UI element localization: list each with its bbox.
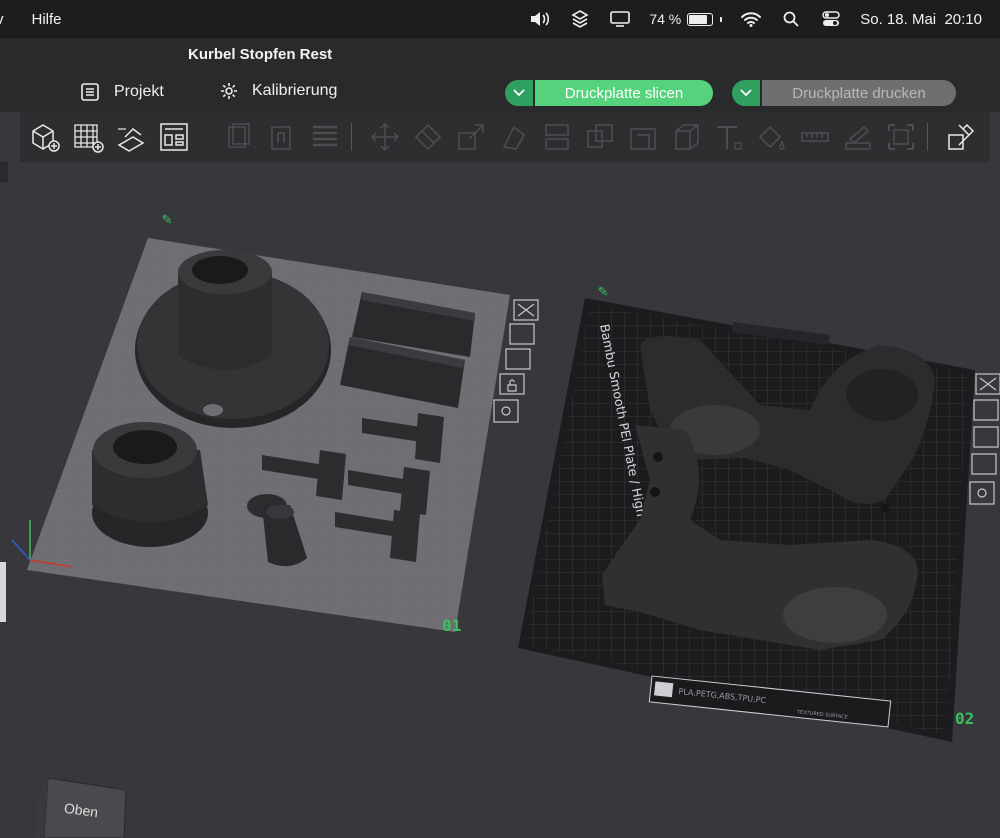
- menu-item-hilfe[interactable]: Hilfe: [32, 11, 62, 28]
- fit-icon: [883, 119, 919, 155]
- plate-01-edit-icon[interactable]: ✎: [162, 209, 172, 228]
- 3d-viewport[interactable]: ✎ 01 ✎ 02 Bambu Smooth PEI Plate / High …: [0, 162, 1000, 838]
- text-icon: [711, 119, 747, 155]
- list-icon: [81, 83, 99, 101]
- plug-part[interactable]: [92, 422, 208, 547]
- menu-bar: v Hilfe 74 % So. 18. Mai 20:10: [0, 0, 1000, 38]
- menu-item-clipped[interactable]: v: [0, 11, 4, 28]
- search-icon[interactable]: [780, 8, 802, 30]
- tab-projekt-label: Projekt: [114, 83, 164, 100]
- control-center-icon[interactable]: [820, 8, 842, 30]
- toolbar-divider: [351, 123, 352, 151]
- project-title: Kurbel Stopfen Rest: [188, 46, 333, 63]
- boolean-icon: [625, 119, 661, 155]
- status-tray: 74 % So. 18. Mai 20:10: [529, 0, 982, 38]
- plate-02-number: 02: [955, 709, 974, 728]
- layers-icon[interactable]: [569, 8, 591, 30]
- clock[interactable]: So. 18. Mai 20:10: [860, 11, 982, 28]
- gear-icon: [221, 83, 237, 99]
- layout-icon[interactable]: [505, 348, 531, 370]
- move-icon: [367, 119, 403, 155]
- color-paint-icon: [754, 119, 790, 155]
- tab-projekt[interactable]: Projekt: [80, 82, 164, 102]
- wifi-icon[interactable]: [740, 8, 762, 30]
- app-menu: v Hilfe: [0, 0, 62, 38]
- copy-icon: [221, 119, 257, 155]
- display-icon[interactable]: [609, 8, 631, 30]
- toolbar: [20, 112, 990, 162]
- app-header: Kurbel Stopfen Rest Projekt Kalibrierung…: [0, 38, 1000, 112]
- tab-kalibrierung-label: Kalibrierung: [252, 82, 338, 99]
- plate-02[interactable]: ✎ 02 Bambu Smooth PEI Plate / High Temp …: [518, 281, 1000, 742]
- support-paint-icon: [668, 119, 704, 155]
- plate-02-edit-icon[interactable]: ✎: [598, 281, 608, 300]
- print-options-dropdown[interactable]: [732, 80, 760, 106]
- plate-02-controls: [969, 373, 1000, 505]
- slice-options-dropdown[interactable]: [505, 80, 533, 106]
- measure-icon: [797, 119, 833, 155]
- print-button-group: Druckplatte drucken: [732, 80, 956, 106]
- arrange-icon[interactable]: [973, 399, 999, 421]
- print-plate-button[interactable]: Druckplatte drucken: [762, 80, 956, 106]
- add-plate-icon[interactable]: [70, 119, 106, 155]
- battery-icon: [687, 12, 714, 26]
- add-part-icon[interactable]: [27, 119, 63, 155]
- rotate-icon: [410, 119, 446, 155]
- tab-kalibrierung[interactable]: Kalibrierung: [220, 82, 337, 100]
- volume-icon[interactable]: [529, 8, 551, 30]
- slice-button-group: Druckplatte slicen: [505, 80, 713, 106]
- scale-icon: [453, 119, 489, 155]
- variable-layer-icon[interactable]: [943, 119, 979, 155]
- plate-01[interactable]: ✎ 01: [11, 209, 539, 635]
- settings-icon[interactable]: [969, 481, 995, 505]
- assembly-icon: [840, 119, 876, 155]
- side-panel-handle[interactable]: [0, 562, 6, 622]
- arrange-icon[interactable]: [509, 323, 535, 345]
- chevron-down-icon: [740, 89, 752, 97]
- battery-percent: 74 %: [649, 11, 682, 27]
- slice-plate-button[interactable]: Druckplatte slicen: [535, 80, 713, 106]
- auto-arrange-icon[interactable]: [113, 119, 149, 155]
- layout-icon[interactable]: [973, 426, 999, 448]
- battery-indicator[interactable]: 74 %: [649, 11, 723, 27]
- list-view-icon: [307, 119, 343, 155]
- place-face-icon: [496, 119, 532, 155]
- cut-icon: [539, 119, 575, 155]
- plate-01-number: 01: [442, 616, 461, 635]
- paste-icon: [264, 119, 300, 155]
- build-scene[interactable]: ✎ 01 ✎ 02 Bambu Smooth PEI Plate / High …: [0, 162, 1000, 838]
- split-parts-icon: [582, 119, 618, 155]
- settings-icon[interactable]: [493, 399, 519, 423]
- chevron-down-icon: [513, 89, 525, 97]
- lock-icon[interactable]: [971, 453, 997, 475]
- toolbar-divider: [927, 123, 928, 151]
- plate-layout-icon[interactable]: [156, 119, 192, 155]
